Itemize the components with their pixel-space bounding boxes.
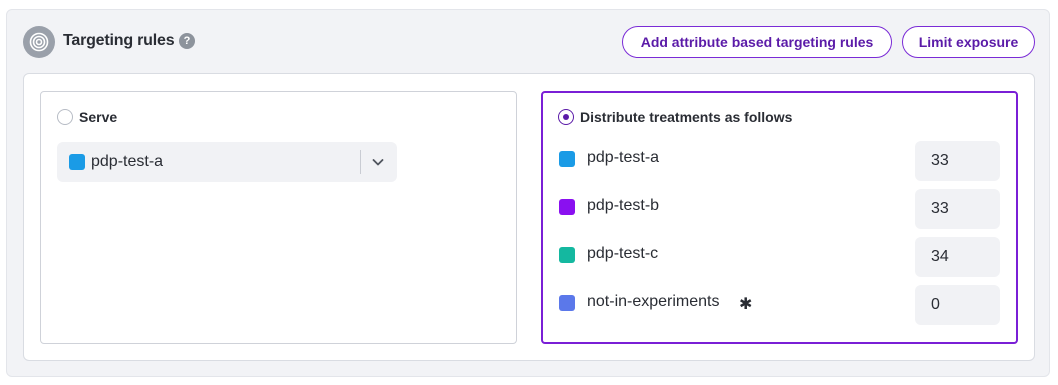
treatment-row: pdp-test-b: [559, 189, 1001, 229]
limit-exposure-button[interactable]: Limit exposure: [902, 26, 1035, 58]
panel-header: Targeting rules ? Add attribute based ta…: [7, 10, 1049, 72]
serve-radio[interactable]: [57, 109, 73, 125]
select-divider: [360, 150, 361, 174]
serve-label: Serve: [79, 109, 118, 125]
treatment-percent-input[interactable]: [915, 189, 1000, 229]
page-title: Targeting rules: [63, 32, 175, 49]
treatment-name: pdp-test-a: [587, 149, 660, 166]
rules-container: Serve pdp-test-a Distribute treatments a…: [23, 73, 1035, 361]
serve-card[interactable]: Serve pdp-test-a: [40, 91, 517, 344]
asterisk-icon: ✱: [739, 296, 753, 313]
help-icon[interactable]: ?: [179, 33, 195, 49]
treatment-percent-input[interactable]: [915, 237, 1000, 277]
selected-treatment: pdp-test-a: [91, 153, 164, 170]
treatment-row: pdp-test-a: [559, 141, 1001, 181]
distribute-radio[interactable]: [558, 109, 574, 125]
treatment-select[interactable]: pdp-test-a: [57, 142, 397, 182]
treatment-name: pdp-test-c: [587, 245, 659, 262]
treatment-color-swatch: [559, 151, 575, 167]
treatment-row: not-in-experiments ✱: [559, 285, 1001, 325]
target-icon: [23, 26, 55, 58]
treatment-percent-input[interactable]: [915, 285, 1000, 325]
treatment-color-swatch: [559, 295, 575, 311]
distribute-card[interactable]: Distribute treatments as follows pdp-tes…: [541, 91, 1018, 344]
treatment-percent-input[interactable]: [915, 141, 1000, 181]
add-targeting-rules-button[interactable]: Add attribute based targeting rules: [622, 26, 892, 58]
chevron-down-icon[interactable]: [370, 154, 386, 170]
distribute-label: Distribute treatments as follows: [580, 109, 793, 125]
treatment-row: pdp-test-c: [559, 237, 1001, 277]
treatment-color-swatch: [559, 199, 575, 215]
treatment-color-swatch: [69, 154, 85, 170]
treatment-name: not-in-experiments: [587, 293, 720, 310]
targeting-rules-panel: Targeting rules ? Add attribute based ta…: [6, 9, 1050, 377]
treatment-name: pdp-test-b: [587, 197, 660, 214]
treatment-color-swatch: [559, 247, 575, 263]
